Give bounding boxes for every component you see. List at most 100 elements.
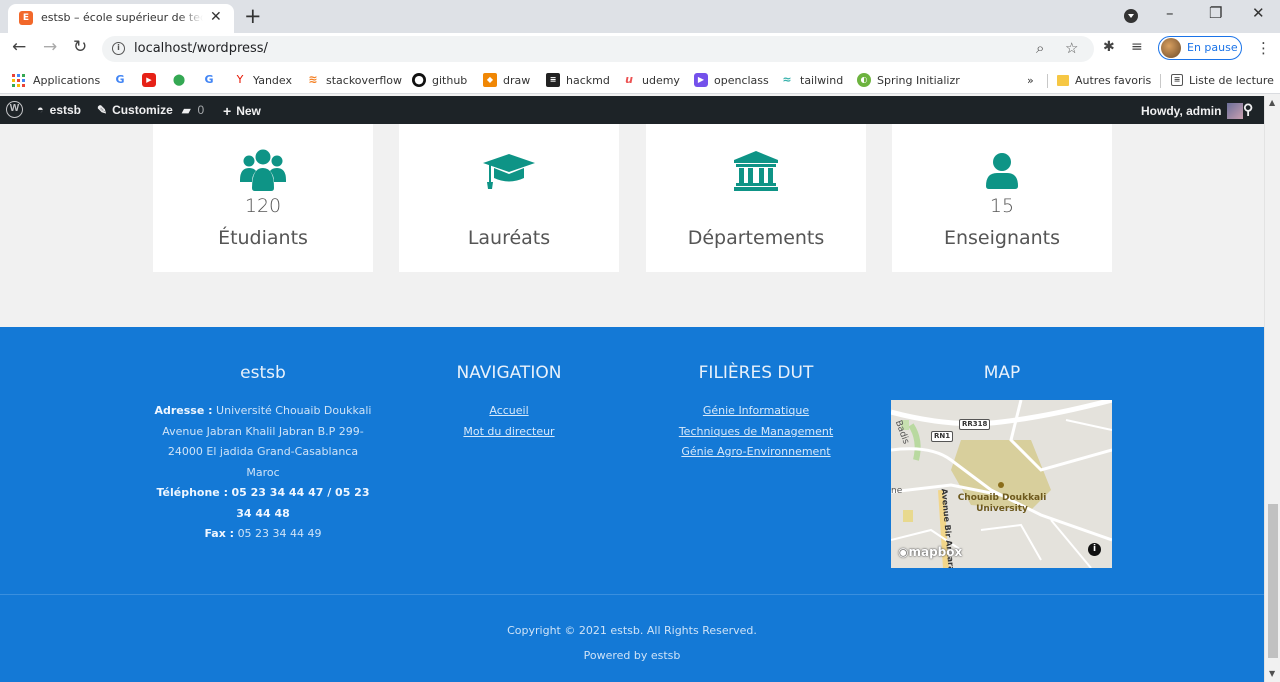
footer-divider (0, 594, 1264, 595)
admin-site-link[interactable]: ◓ estsb (37, 103, 81, 117)
scroll-thumb[interactable] (1268, 504, 1278, 658)
bookmark-google[interactable]: G (113, 71, 133, 89)
profile-paused-button[interactable]: En pause (1158, 36, 1242, 60)
stat-value: 15 (989, 195, 1015, 217)
map-street-fragment: ne (891, 486, 903, 496)
maps-pin-icon: ⬤ (172, 73, 186, 86)
hackmd-icon: ≡ (546, 73, 560, 87)
xampp-favicon-icon: E (19, 11, 33, 25)
scroll-up-arrow-icon[interactable]: ▲ (1269, 98, 1275, 107)
zoom-icon[interactable]: ⌕ (1036, 39, 1044, 57)
footer-link-techniques-management[interactable]: Techniques de Management (646, 422, 866, 443)
university-icon (646, 150, 866, 194)
browser-menu-icon[interactable]: ⋮ (1256, 39, 1271, 57)
map-info-icon[interactable]: i (1088, 543, 1101, 556)
stat-card-graduates: Lauréats (399, 124, 619, 272)
reload-icon[interactable]: ↻ (73, 37, 87, 57)
footer-map-column: MAP (892, 363, 1112, 401)
admin-customize-link[interactable]: ✎ Customize (97, 103, 173, 117)
bookmark-reading-list[interactable]: ≡ Liste de lecture (1171, 71, 1274, 89)
stat-label: Enseignants (943, 227, 1061, 249)
page-scrollbar[interactable]: ▲ ▼ (1264, 96, 1280, 682)
bookmark-tailwind[interactable]: ≈ tailwind (780, 71, 843, 89)
bookmarks-bar: Applications G ▶ ⬤ G Y Yandex ≋ stackoverf… (0, 65, 1280, 94)
bookmark-spring[interactable]: ◐ Spring Initializr (857, 71, 960, 89)
footer-about-title: estsb (240, 363, 286, 383)
bookmark-udemy[interactable]: u udemy (622, 71, 680, 89)
url-text[interactable]: localhost/wordpress/ (134, 41, 268, 56)
github-icon: ● (412, 73, 426, 87)
stackoverflow-icon: ≋ (308, 73, 318, 86)
stat-card-students: 120 Étudiants (153, 124, 373, 272)
bookmark-other-favorites[interactable]: Autres favoris (1057, 71, 1151, 89)
bookmark-yandex[interactable]: Y Yandex (233, 71, 292, 89)
admin-account-menu[interactable]: Howdy, admin (1141, 103, 1244, 119)
tailwind-icon: ≈ (782, 73, 792, 86)
admin-avatar (1227, 103, 1244, 119)
user-icon (892, 152, 1112, 196)
map-tiles (891, 400, 1112, 568)
close-window-button[interactable]: ✕ (1252, 4, 1265, 22)
campus-map[interactable]: RR318 RN1 Chouaib Doukkali University Ba… (891, 400, 1112, 568)
tab-title: estsb – école supérieur de technologie (41, 11, 203, 24)
bookmark-draw[interactable]: ◆ draw (483, 71, 530, 89)
media-queue-icon[interactable]: ≡ (1131, 39, 1143, 55)
footer-link-genie-agro[interactable]: Génie Agro-Environnement (646, 442, 866, 463)
stats-section: 120 Étudiants Lauréats Départements 15 E… (0, 124, 1264, 327)
road-badge-rr318: RR318 (959, 419, 991, 430)
footer-about: estsb Adresse : Université Chouaib Doukk… (153, 363, 373, 545)
bookmark-maps[interactable]: ⬤ (172, 71, 192, 89)
bookmark-star-icon[interactable]: ☆ (1065, 39, 1078, 57)
bookmark-applications[interactable]: Applications (12, 71, 100, 89)
stat-card-teachers: 15 Enseignants (892, 124, 1112, 272)
footer-filieres-title: FILIÈRES DUT (698, 363, 814, 383)
tab-search-icon[interactable] (1124, 9, 1138, 23)
extensions-puzzle-icon[interactable]: ✱ (1103, 39, 1115, 55)
new-tab-button[interactable]: + (244, 4, 262, 28)
graduation-cap-icon (399, 152, 619, 196)
minimize-button[interactable]: – (1166, 4, 1174, 22)
spring-icon: ◐ (857, 73, 871, 87)
bookmark-google-2[interactable]: G (202, 71, 222, 89)
users-icon (153, 148, 373, 192)
bookmarks-separator (1160, 74, 1161, 88)
road-badge-rn1: RN1 (931, 431, 954, 442)
udemy-icon: u (625, 73, 633, 86)
footer-link-accueil[interactable]: Accueil (399, 401, 619, 422)
folder-icon (1057, 74, 1069, 86)
bookmarks-separator (1047, 74, 1048, 88)
pause-label: En pause (1187, 41, 1238, 54)
stat-label: Départements (687, 227, 825, 249)
footer-link-genie-informatique[interactable]: Génie Informatique (646, 401, 866, 422)
browser-tabstrip: E estsb – école supérieur de technologie… (0, 0, 1280, 33)
wordpress-logo-icon[interactable]: W (6, 101, 23, 118)
wp-admin-bar: W ◓ estsb ✎ Customize ▰ 0 + New Howdy, admin… (0, 96, 1264, 124)
bookmark-github[interactable]: ● github (412, 71, 467, 89)
reading-list-icon: ≡ (1171, 74, 1183, 86)
maximize-button[interactable]: ❐ (1209, 4, 1222, 22)
address-bar[interactable]: i localhost/wordpress/ ⌕ ☆ (102, 36, 1094, 62)
bookmarks-overflow-button[interactable]: » (1027, 71, 1034, 89)
admin-comments-link[interactable]: ▰ 0 (182, 103, 204, 117)
footer-address: Adresse : Université Chouaib Doukkali Av… (154, 404, 372, 540)
google-icon: G (115, 73, 125, 86)
drawio-icon: ◆ (483, 73, 497, 87)
stat-label: Lauréats (467, 227, 551, 249)
bookmark-hackmd[interactable]: ≡ hackmd (546, 71, 610, 89)
bookmark-youtube[interactable]: ▶ (142, 71, 162, 89)
footer-link-mot-du-directeur[interactable]: Mot du directeur (399, 422, 619, 443)
tab-close-icon[interactable]: ✕ (210, 9, 222, 25)
back-arrow-icon[interactable]: ← (12, 37, 26, 57)
mapbox-mark-icon: ◉ (898, 545, 909, 559)
forward-arrow-icon[interactable]: → (43, 37, 57, 57)
openclassrooms-icon: ▶ (694, 73, 708, 87)
mapbox-logo[interactable]: ◉mapbox (898, 545, 962, 559)
copyright-text: Copyright © 2021 estsb. All Rights Reser… (507, 624, 757, 637)
admin-search-icon[interactable]: ⚲ (1243, 101, 1253, 118)
admin-new-link[interactable]: + New (223, 103, 261, 119)
browser-tab[interactable]: E estsb – école supérieur de technologie… (8, 4, 234, 33)
bookmark-stackoverflow[interactable]: ≋ stackoverflow (306, 71, 402, 89)
bookmark-openclass[interactable]: ▶ openclass (694, 71, 769, 89)
scroll-down-arrow-icon[interactable]: ▼ (1269, 669, 1275, 678)
site-info-icon[interactable]: i (112, 42, 125, 55)
